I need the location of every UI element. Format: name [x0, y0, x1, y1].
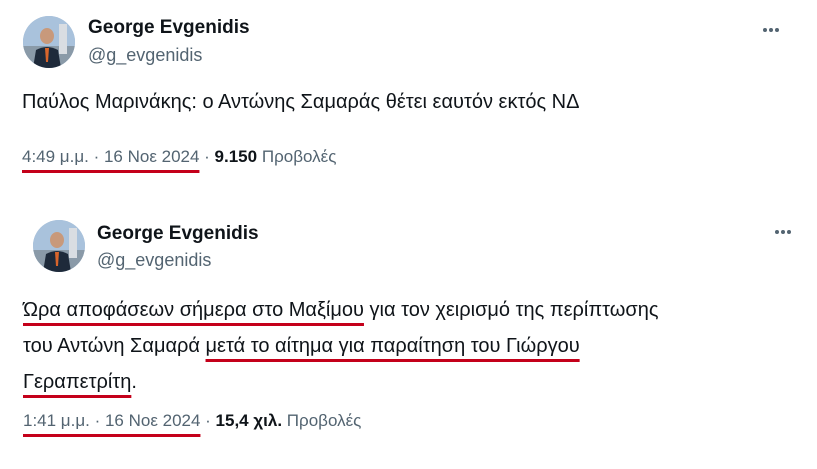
tweet-timestamp[interactable]: 4:49 μ.μ. · 16 Νοε 2024	[22, 147, 199, 166]
tweet-text-segment: του Αντώνη Σαμαρά	[23, 335, 206, 357]
tweet-text-segment-underlined: Ώρα αποφάσεων σήμερα στο Μαξίμου	[23, 299, 364, 321]
tweet-text-segment-underlined: Γεραπετρίτη	[23, 371, 132, 393]
views-count: 15,4 χιλ.	[215, 411, 283, 430]
tweet-timestamp[interactable]: 1:41 μ.μ. · 16 Νοε 2024	[23, 411, 200, 430]
author-name[interactable]: George Evgenidis	[97, 223, 259, 245]
tweet-text-segment: Παύλος Μαρινάκης: ο Αντώνης Σαμαράς θέτε…	[22, 91, 580, 113]
user-avatar-icon[interactable]	[23, 16, 75, 68]
views-label: Προβολές	[286, 411, 362, 430]
tweet-text-line: Παύλος Μαρινάκης: ο Αντώνης Σαμαράς θέτε…	[22, 88, 579, 116]
user-avatar-icon[interactable]	[33, 220, 85, 272]
views-count: 9.150	[214, 147, 258, 166]
meta-separator: ·	[199, 147, 215, 166]
tweet-text: Παύλος Μαρινάκης: ο Αντώνης Σαμαράς θέτε…	[22, 88, 579, 116]
more-options-icon[interactable]	[775, 224, 791, 240]
tweet-text-segment: .	[131, 371, 137, 393]
tweet-text-segment: για τον χειρισμό της περίπτωσης	[363, 299, 659, 321]
author-handle[interactable]: @g_evgenidis	[97, 250, 211, 271]
author-handle[interactable]: @g_evgenidis	[88, 45, 202, 66]
tweet-text-line: Ώρα αποφάσεων σήμερα στο Μαξίμου για τον…	[23, 292, 659, 328]
author-name[interactable]: George Evgenidis	[88, 17, 250, 39]
tweet: George Evgenidis @g_evgenidis Ώρα αποφάσ…	[0, 207, 817, 469]
views-label: Προβολές	[261, 147, 337, 166]
tweet-text-line: του Αντώνη Σαμαρά μετά το αίτημα για παρ…	[23, 328, 659, 364]
tweet: George Evgenidis @g_evgenidis Παύλος Μαρ…	[0, 0, 817, 195]
more-options-icon[interactable]	[763, 22, 779, 38]
tweet-text-line: Γεραπετρίτη.	[23, 364, 659, 400]
meta-separator: ·	[200, 411, 216, 430]
tweet-text: Ώρα αποφάσεων σήμερα στο Μαξίμου για τον…	[23, 292, 659, 400]
tweet-meta: 4:49 μ.μ. · 16 Νοε 2024 · 9.150 Προβολές	[22, 147, 336, 167]
tweet-text-segment-underlined: μετά το αίτημα για παραίτηση του Γιώργου	[205, 335, 580, 357]
tweet-meta: 1:41 μ.μ. · 16 Νοε 2024 · 15,4 χιλ. Προβ…	[23, 411, 361, 431]
